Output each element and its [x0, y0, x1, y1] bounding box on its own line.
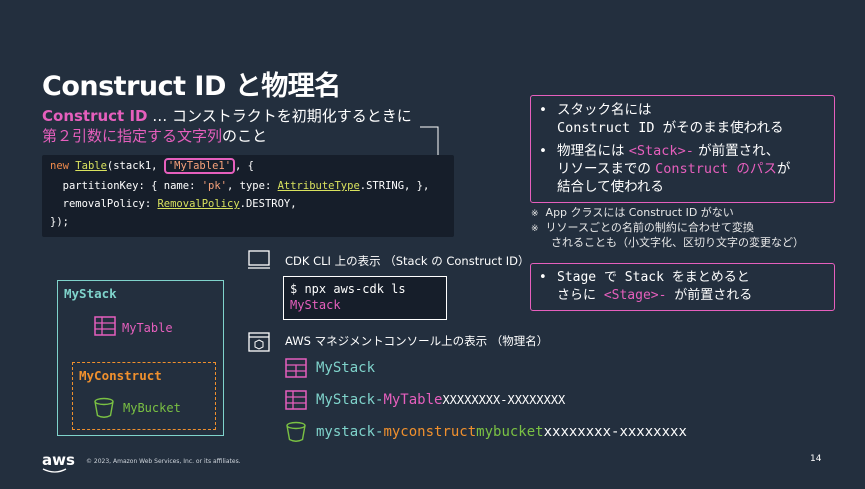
console-icon	[248, 332, 270, 352]
cli-command: $ npx aws-cdk ls	[290, 282, 406, 296]
bucket-label: MyBucket	[123, 401, 181, 415]
code-line-2: partitionKey: { name: 'pk', type: Attrib…	[50, 180, 430, 192]
aws-logo: aws	[42, 451, 75, 469]
terminal-icon	[248, 250, 270, 269]
notes: ※ App クラスには Construct ID がない ※ リソースごとの名前…	[531, 206, 804, 249]
note-1: App クラスには Construct ID がない	[545, 206, 734, 219]
table-label: MyTable	[122, 321, 173, 335]
page-number: 14	[810, 454, 822, 464]
cli-output: MyStack	[290, 298, 341, 312]
s3-bucket-icon	[286, 421, 306, 442]
construct-label: MyConstruct	[79, 368, 162, 383]
s3-bucket-icon	[94, 397, 114, 418]
dynamodb-table-icon	[94, 316, 116, 336]
stack-label: MyStack	[64, 286, 117, 301]
code-line-1: new Table(stack1, 'MyTable1', {	[50, 158, 254, 174]
console-stack-name: MyStack	[316, 360, 376, 376]
construct-box: MyConstruct MyBucket	[72, 362, 216, 430]
aws-smile-icon	[42, 468, 67, 473]
cloudformation-icon	[285, 358, 307, 378]
bullet-icon: •	[539, 143, 547, 159]
code-line-4: });	[50, 216, 69, 228]
dynamodb-table-icon	[285, 390, 307, 410]
bullet-icon: •	[539, 102, 547, 118]
code-line-3: removalPolicy: RemovalPolicy.DESTROY,	[50, 198, 297, 210]
cli-heading: CDK CLI 上の表示 （Stack の Construct ID）	[285, 254, 530, 268]
note-2: リソースごとの名前の制約に合わせて変換	[545, 221, 754, 234]
console-table-name: MyStack-MyTableXXXXXXXX-XXXXXXXX	[316, 392, 566, 408]
bullet-icon: •	[539, 270, 547, 285]
construct-id-highlight: 'MyTable1'	[163, 158, 236, 174]
stack-tree: MyStack MyTable MyConstruct MyBucket	[57, 280, 224, 436]
console-heading: AWS マネジメントコンソール上の表示 （物理名）	[285, 334, 549, 348]
note-3: されることも（小文字化、区切り文字の変更など）	[551, 236, 804, 249]
info-box-naming: • スタック名には Construct ID がそのまま使われる • 物理名には…	[530, 95, 835, 203]
info-box-stage: • Stage で Stack をまとめると さらに <Stage>- が前置さ…	[530, 263, 835, 311]
cli-terminal: $ npx aws-cdk ls MyStack	[283, 276, 447, 320]
code-block: new Table(stack1, 'MyTable1', { partitio…	[42, 155, 454, 237]
copyright: © 2023, Amazon Web Services, Inc. or its…	[86, 458, 241, 465]
console-bucket-name: mystack-myconstructmybucketxxxxxxxx-xxxx…	[316, 424, 687, 440]
